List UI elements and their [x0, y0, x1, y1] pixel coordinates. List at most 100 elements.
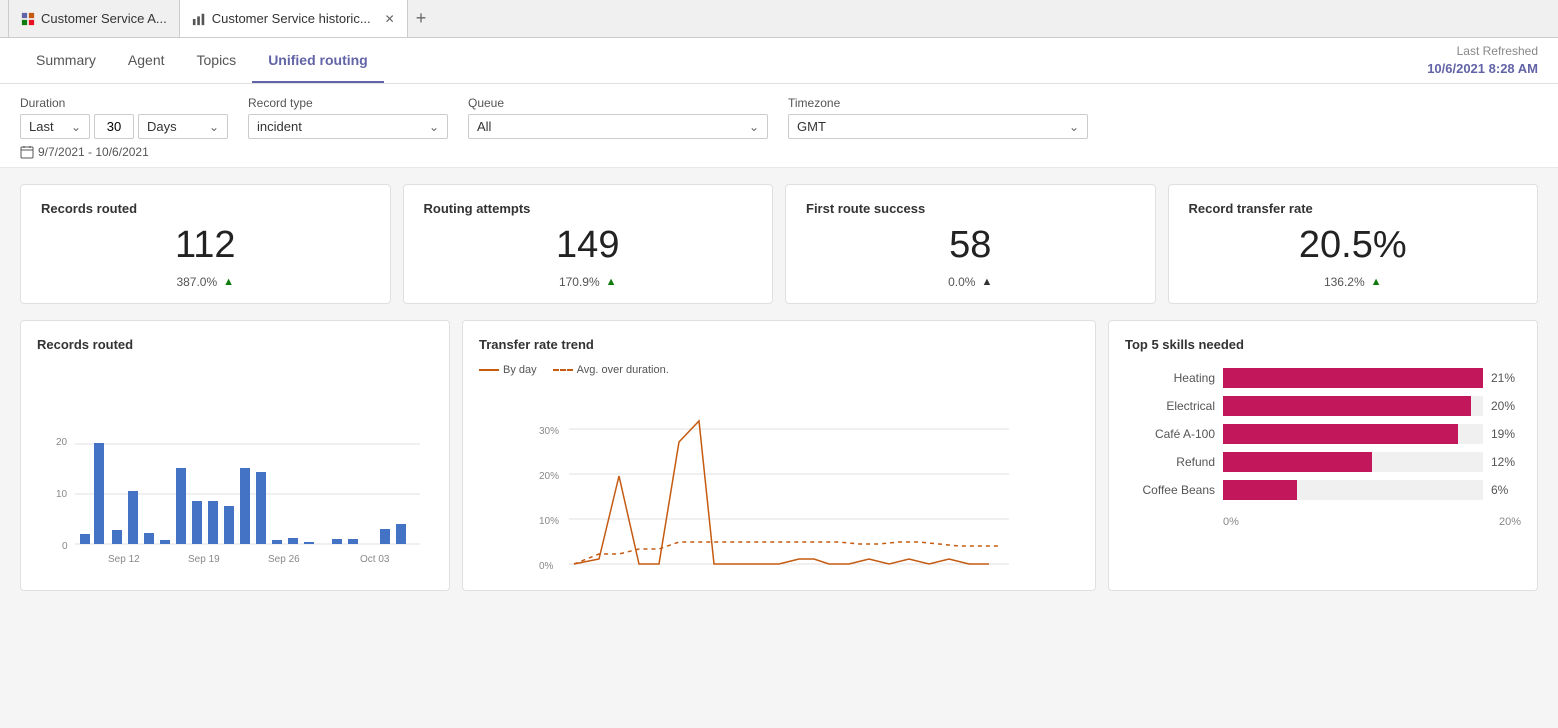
transfer-rate-chart: Transfer rate trend By day Avg. over dur… [462, 320, 1096, 591]
svg-text:Sep 26: Sep 26 [268, 554, 300, 564]
hbar-row: Electrical20% [1125, 396, 1521, 416]
hbar-fill [1223, 452, 1372, 472]
record-type-label: Record type [248, 96, 448, 110]
hbar-pct-label: 12% [1491, 455, 1521, 469]
legend-by-day: By day [479, 364, 537, 376]
filters-bar: Duration Last Days Record type incident [0, 84, 1558, 168]
svg-text:10: 10 [56, 489, 68, 500]
transfer-rate-chart-title: Transfer rate trend [479, 337, 1079, 352]
app-tab[interactable]: Customer Service A... [8, 0, 180, 37]
kpi-transfer-rate-value: 20.5% [1189, 224, 1518, 267]
bar-chart: 0 10 20 [37, 364, 433, 564]
legend-avg: Avg. over duration. [553, 364, 669, 376]
record-type-select[interactable]: incident [248, 114, 448, 139]
line-chart-container: 0% 10% 20% 30% Sep 12 Sep 19 S [479, 384, 1079, 574]
queue-label: Queue [468, 96, 768, 110]
hbar-label: Coffee Beans [1125, 483, 1215, 497]
timezone-select[interactable]: GMT [788, 114, 1088, 139]
svg-text:10%: 10% [539, 516, 559, 527]
hbar-label: Heating [1125, 371, 1215, 385]
hbar-row: Heating 21% [1125, 368, 1521, 388]
grid-icon [21, 12, 35, 26]
hbar-label: Refund [1125, 455, 1215, 469]
hbar-fill [1223, 368, 1483, 388]
arrow-up-icon: ▲ [981, 276, 992, 288]
hbar-track [1223, 396, 1483, 416]
svg-text:Sep 12: Sep 12 [108, 554, 140, 564]
hbar-track [1223, 368, 1483, 388]
arrow-up-icon: ▲ [606, 276, 617, 288]
svg-text:20: 20 [56, 437, 68, 448]
hbar-fill [1223, 480, 1297, 500]
tab-unified-routing[interactable]: Unified routing [252, 38, 384, 83]
duration-label: Duration [20, 96, 228, 110]
hbar-container: Heating 21% Electrical20% Café A-100 19% Refu… [1125, 364, 1521, 512]
arrow-up-icon: ▲ [223, 276, 234, 288]
last-refreshed: Last Refreshed 10/6/2021 8:28 AM [1427, 43, 1538, 78]
tab-bar: Customer Service A... Customer Service h… [0, 0, 1558, 38]
last-refreshed-label: Last Refreshed [1427, 43, 1538, 60]
last-refreshed-value: 10/6/2021 8:28 AM [1427, 60, 1538, 78]
hbar-track [1223, 452, 1483, 472]
kpi-records-routed-value: 112 [41, 224, 370, 267]
hbar-fill [1223, 396, 1471, 416]
line-chart-svg: 0% 10% 20% 30% Sep 12 Sep 19 S [479, 384, 1079, 574]
kpi-routing-attempts: Routing attempts 149 170.9% ▲ [403, 184, 774, 304]
hbar-row: Café A-100 19% [1125, 424, 1521, 444]
historic-tab[interactable]: Customer Service historic... ✕ [180, 0, 408, 37]
tab-summary[interactable]: Summary [20, 38, 112, 83]
chart-legend: By day Avg. over duration. [479, 364, 1079, 376]
chevron-icon [205, 119, 219, 134]
kpi-first-route-title: First route success [806, 201, 1135, 216]
bar-chart-svg: 0 10 20 [37, 364, 433, 564]
legend-avg-label: Avg. over duration. [577, 364, 669, 376]
record-type-filter: Record type incident [248, 96, 448, 139]
arrow-up-icon: ▲ [1371, 276, 1382, 288]
kpi-records-routed: Records routed 112 387.0% ▲ [20, 184, 391, 304]
duration-value-input[interactable] [94, 114, 134, 139]
records-routed-chart: Records routed 0 10 20 [20, 320, 450, 591]
hbar-pct-label: 19% [1491, 427, 1521, 441]
queue-select[interactable]: All [468, 114, 768, 139]
tab-close-button[interactable]: ✕ [385, 12, 395, 26]
tab-agent[interactable]: Agent [112, 38, 181, 83]
app-tab-label: Customer Service A... [41, 11, 167, 26]
chevron-icon [67, 119, 81, 134]
main-content: Records routed 112 387.0% ▲ Routing atte… [0, 168, 1558, 728]
timezone-label: Timezone [788, 96, 1088, 110]
duration-period-select[interactable]: Last [20, 114, 90, 139]
dashed-line-icon [553, 369, 573, 371]
kpi-first-route-value: 58 [806, 224, 1135, 267]
chevron-icon [1065, 119, 1079, 134]
svg-text:20%: 20% [539, 471, 559, 482]
duration-unit-select[interactable]: Days [138, 114, 228, 139]
legend-by-day-label: By day [503, 364, 537, 376]
hbar-pct-label: 6% [1491, 483, 1521, 497]
hbar-label: Café A-100 [1125, 427, 1215, 441]
chevron-icon [745, 119, 759, 134]
hbar-row: Refund 12% [1125, 452, 1521, 472]
kpi-records-routed-title: Records routed [41, 201, 370, 216]
kpi-transfer-rate: Record transfer rate 20.5% 136.2% ▲ [1168, 184, 1539, 304]
historic-tab-label: Customer Service historic... [212, 11, 371, 26]
tab-topics[interactable]: Topics [181, 38, 253, 83]
kpi-records-routed-change: 387.0% [176, 275, 217, 289]
hbar-label: Electrical [1125, 399, 1215, 413]
hbar-track [1223, 424, 1483, 444]
charts-row: Records routed 0 10 20 [20, 320, 1538, 591]
nav-tabs: Summary Agent Topics Unified routing [20, 38, 384, 83]
kpi-transfer-rate-title: Record transfer rate [1189, 201, 1518, 216]
kpi-routing-attempts-value: 149 [424, 224, 753, 267]
hbar-pct-label: 21% [1491, 371, 1521, 385]
svg-text:0%: 0% [539, 561, 554, 572]
date-range-value: 9/7/2021 - 10/6/2021 [38, 145, 149, 159]
nav-bar: Summary Agent Topics Unified routing Las… [0, 38, 1558, 84]
kpi-first-route: First route success 58 0.0% ▲ [785, 184, 1156, 304]
calendar-icon [20, 145, 34, 159]
kpi-routing-attempts-title: Routing attempts [424, 201, 753, 216]
top-skills-chart: Top 5 skills needed Heating21%Electrical… [1108, 320, 1538, 591]
queue-filter: Queue All [468, 96, 768, 139]
tab-add-button[interactable]: + [408, 8, 435, 29]
duration-filter: Duration Last Days [20, 96, 228, 139]
kpi-first-route-change: 0.0% [948, 275, 975, 289]
